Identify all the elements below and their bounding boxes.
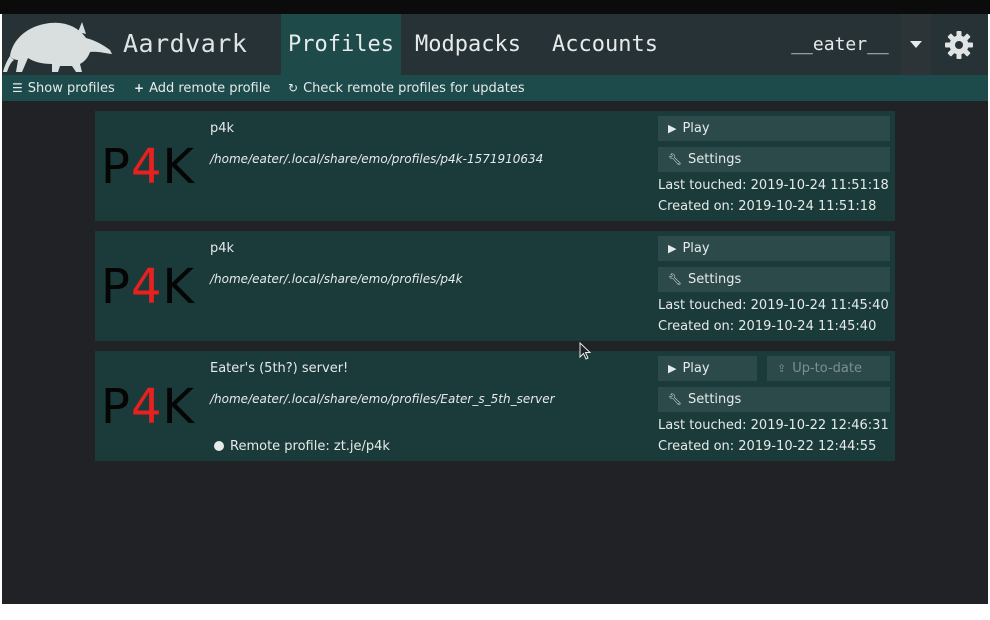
- profile-path: /home/eater/.local/share/emo/profiles/Ea…: [210, 392, 555, 406]
- profile-path: /home/eater/.local/share/emo/profiles/p4…: [210, 152, 544, 166]
- refresh-icon: ↻: [288, 81, 299, 95]
- profile-name: p4k: [210, 121, 235, 136]
- list-icon: ☰: [12, 81, 23, 95]
- wrench-icon: 🔧︎: [668, 393, 682, 406]
- top-black-strip: [0, 0, 990, 14]
- up-to-date-button[interactable]: ⇪ Up-to-date: [767, 356, 890, 381]
- plus-icon: +: [134, 81, 145, 95]
- mouse-cursor-icon: [579, 342, 591, 360]
- profile-card: P4K p4k /home/eater/.local/share/emo/pro…: [95, 231, 895, 341]
- gear-icon[interactable]: [944, 30, 974, 60]
- last-touched: Last touched: 2019-10-22 12:46:31: [658, 418, 889, 433]
- profile-logo: P4K: [101, 379, 195, 435]
- check-updates-label: Check remote profiles for updates: [303, 81, 525, 96]
- play-icon: ▶: [668, 362, 677, 375]
- aardvark-logo-icon: [3, 22, 112, 72]
- last-touched: Last touched: 2019-10-24 11:45:40: [658, 298, 889, 313]
- play-icon: ▶: [668, 122, 677, 135]
- remote-profile-link[interactable]: Remote profile: zt.je/p4k: [214, 439, 390, 454]
- profile-card: P4K p4k /home/eater/.local/share/emo/pro…: [95, 111, 895, 221]
- profile-logo: P4K: [101, 139, 195, 195]
- play-button[interactable]: ▶ Play: [658, 356, 757, 381]
- settings-button[interactable]: 🔧︎ Settings: [658, 147, 890, 172]
- play-button[interactable]: ▶ Play: [658, 116, 890, 141]
- created-on: Created on: 2019-10-22 12:44:55: [658, 439, 877, 454]
- tab-modpacks[interactable]: Modpacks: [407, 14, 529, 75]
- add-remote-profile-button[interactable]: + Add remote profile: [134, 75, 270, 101]
- play-icon: ▶: [668, 242, 677, 255]
- wrench-icon: 🔧︎: [668, 273, 682, 286]
- brand[interactable]: Aardvark: [2, 14, 277, 75]
- settings-button[interactable]: 🔧︎ Settings: [658, 387, 890, 412]
- profile-path: /home/eater/.local/share/emo/profiles/p4…: [210, 272, 463, 286]
- last-touched: Last touched: 2019-10-24 11:51:18: [658, 178, 889, 193]
- profile-name: Eater's (5th?) server!: [210, 361, 349, 376]
- account-dropdown-button[interactable]: [901, 14, 931, 75]
- show-profiles-label: Show profiles: [27, 81, 115, 96]
- tab-accounts[interactable]: Accounts: [544, 14, 666, 75]
- wrench-icon: 🔧︎: [668, 153, 682, 166]
- check-updates-button[interactable]: ↻ Check remote profiles for updates: [288, 75, 525, 101]
- show-profiles-button[interactable]: ☰ Show profiles: [12, 75, 115, 101]
- created-on: Created on: 2019-10-24 11:51:18: [658, 199, 877, 214]
- profiles-toolbar: ☰ Show profiles + Add remote profile ↻ Chec…: [2, 75, 988, 101]
- account-selector[interactable]: __eater__: [780, 14, 900, 75]
- profile-logo: P4K: [101, 259, 195, 315]
- upload-icon: ⇪: [777, 362, 787, 375]
- profile-name: p4k: [210, 241, 235, 256]
- globe-icon: [214, 441, 224, 451]
- navbar: Aardvark Profiles Modpacks Accounts __ea…: [2, 14, 988, 75]
- play-button[interactable]: ▶ Play: [658, 236, 890, 261]
- app-window: Aardvark Profiles Modpacks Accounts __ea…: [2, 14, 988, 604]
- chevron-down-icon: [910, 41, 922, 48]
- settings-button[interactable]: 🔧︎ Settings: [658, 267, 890, 292]
- created-on: Created on: 2019-10-24 11:45:40: [658, 319, 877, 334]
- tab-profiles[interactable]: Profiles: [281, 14, 401, 75]
- add-remote-label: Add remote profile: [149, 81, 271, 96]
- profile-card: P4K Eater's (5th?) server! /home/eater/.…: [95, 351, 895, 461]
- app-name: Aardvark: [123, 29, 248, 58]
